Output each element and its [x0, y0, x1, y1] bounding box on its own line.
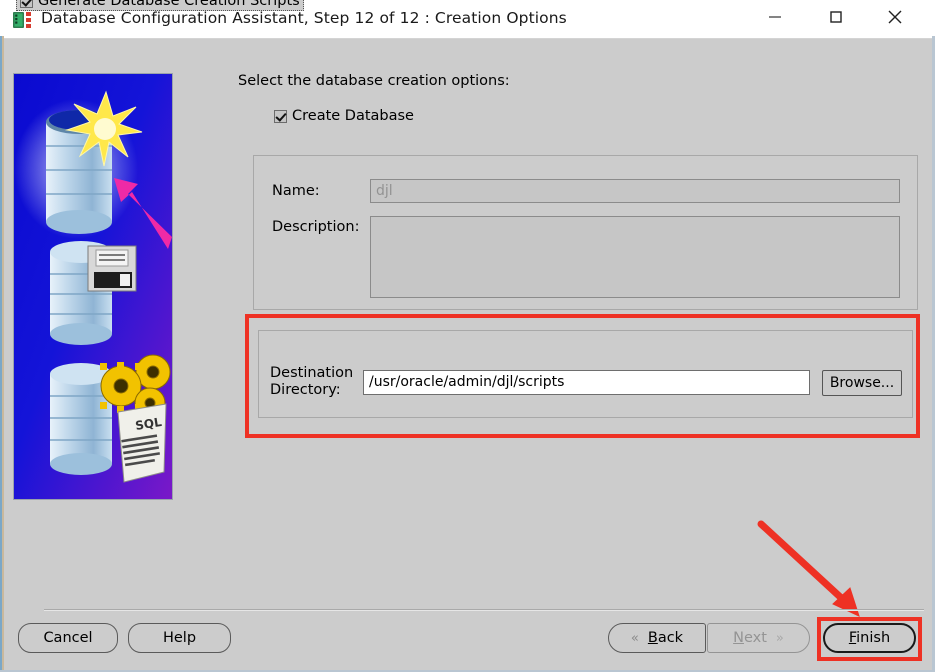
finish-label: Finish [848, 630, 891, 646]
generate-scripts-label: Generate Database Creation Scripts [38, 0, 300, 9]
minimize-icon [767, 9, 783, 29]
destination-directory-input[interactable]: /usr/oracle/admin/djl/scripts [363, 370, 810, 395]
create-database-checkbox[interactable]: Create Database [274, 108, 414, 124]
maximize-icon [828, 9, 844, 29]
minimize-button[interactable] [752, 0, 798, 38]
finish-label-rest: inish [856, 630, 891, 646]
next-button[interactable]: Next » [707, 623, 810, 653]
browse-button[interactable]: Browse... [822, 370, 902, 396]
back-label-rest: ack [657, 630, 684, 646]
name-input[interactable]: djl [370, 179, 900, 203]
checkbox-check-icon [274, 109, 287, 123]
destination-directory-label: Destination Directory: [270, 365, 354, 398]
dbca-window: Database Configuration Assistant, Step 1… [0, 0, 935, 672]
window-title: Database Configuration Assistant, Step 1… [41, 9, 567, 27]
checkbox-check-icon [20, 0, 33, 8]
database-icon [12, 10, 34, 30]
chevron-left-icon: « [630, 630, 639, 646]
description-textarea[interactable] [370, 216, 900, 298]
close-icon [886, 8, 904, 30]
footer-separator [44, 609, 924, 611]
page-instruction: Select the database creation options: [238, 73, 510, 89]
back-button[interactable]: « Back [608, 623, 706, 653]
banner-image: SQL [13, 73, 173, 500]
close-button[interactable] [872, 0, 918, 38]
back-label: Back [647, 630, 684, 646]
window-border-left [0, 36, 4, 672]
navigation-buttons: « Back Next » [608, 623, 810, 653]
chevron-right-icon: » [775, 630, 784, 646]
description-label: Description: [272, 219, 360, 235]
generate-scripts-checkbox[interactable]: Generate Database Creation Scripts [16, 0, 304, 11]
next-label: Next [733, 630, 767, 646]
annotation-arrow-icon [755, 518, 885, 618]
maximize-button[interactable] [813, 0, 859, 38]
name-label: Name: [272, 183, 320, 199]
finish-button[interactable]: Finish [823, 623, 916, 653]
cancel-button[interactable]: Cancel [18, 623, 118, 653]
next-label-rest: ext [743, 630, 767, 646]
create-database-label: Create Database [292, 108, 414, 124]
help-button[interactable]: Help [128, 623, 231, 653]
